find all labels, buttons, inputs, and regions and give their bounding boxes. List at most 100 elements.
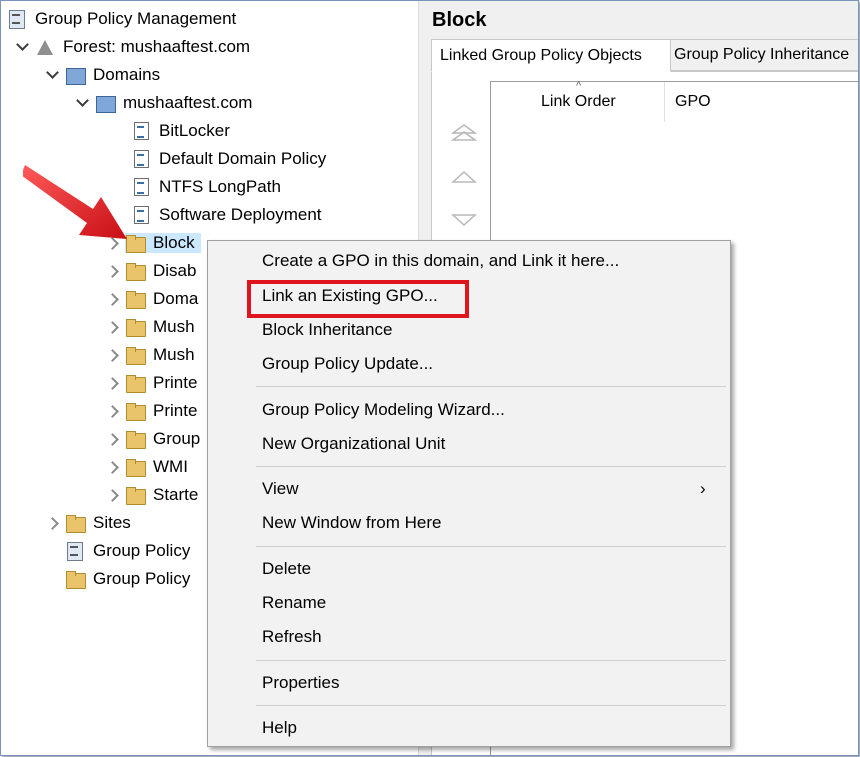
tree-folder[interactable]: WMI [105, 454, 188, 480]
starter-gpo-folder-icon [125, 485, 146, 505]
tree-root[interactable]: Group Policy Management [7, 6, 236, 32]
ou-folder-icon [125, 289, 146, 309]
chevron-right-icon[interactable] [105, 488, 119, 502]
menu-item-create-gpo[interactable]: Create a GPO in this domain, and Link it… [262, 249, 619, 273]
tree-sites[interactable]: Sites [45, 510, 131, 536]
menu-item-modeling-wizard[interactable]: Group Policy Modeling Wizard... [262, 398, 505, 422]
tree-gpo-label: BitLocker [159, 121, 230, 140]
gpo-link-icon [131, 121, 151, 141]
tree-folder-label: WMI [153, 457, 188, 476]
tree-ou-label: Doma [153, 289, 199, 308]
ou-folder-icon [125, 373, 146, 393]
ou-folder-icon [125, 401, 146, 421]
chevron-right-icon[interactable] [105, 404, 119, 418]
tree-gpo-link[interactable]: NTFS LongPath [131, 174, 281, 200]
tree-folder-label: Starte [153, 485, 199, 504]
modeling-icon [65, 541, 85, 561]
window: Group Policy Management Forest: mushaaft… [0, 0, 859, 756]
tree-domains-label: Domains [93, 65, 161, 84]
chevron-right-icon[interactable] [45, 516, 59, 530]
tree-ou[interactable]: Disab [105, 258, 196, 284]
menu-separator [256, 546, 726, 547]
move-to-top-icon[interactable] [451, 123, 477, 143]
sort-ascending-icon: ^ [576, 80, 582, 92]
tree-modeling[interactable]: Group Policy [65, 538, 190, 564]
tree-modeling-label: Group Policy [93, 541, 191, 560]
tree-ou-label: Disab [153, 261, 197, 280]
tree-ou[interactable]: Doma [105, 286, 198, 312]
tree-domain-label: mushaaftest.com [123, 93, 253, 112]
chevron-right-icon[interactable] [105, 376, 119, 390]
move-up-icon[interactable] [451, 168, 477, 188]
menu-separator [256, 466, 726, 467]
menu-separator [256, 705, 726, 706]
tree-root-label: Group Policy Management [35, 9, 237, 28]
menu-item-view[interactable]: View [262, 477, 299, 501]
tree-ou-label: Block [153, 233, 195, 252]
tree-gpo-link[interactable]: Software Deployment [131, 202, 322, 228]
tree-ou[interactable]: Mush [105, 314, 195, 340]
gpo-link-icon [131, 205, 151, 225]
tree-domains[interactable]: Domains [45, 62, 160, 88]
domains-icon [65, 65, 86, 85]
menu-item-help[interactable]: Help [262, 716, 297, 740]
sites-icon [65, 513, 86, 533]
menu-item-block-inheritance[interactable]: Block Inheritance [262, 318, 392, 342]
menu-item-refresh[interactable]: Refresh [262, 625, 322, 649]
menu-item-new-window[interactable]: New Window from Here [262, 511, 442, 535]
menu-separator [256, 660, 726, 661]
tree-ou-label: Mush [153, 317, 195, 336]
menu-item-group-policy-update[interactable]: Group Policy Update... [262, 352, 433, 376]
tree-gpo-label: NTFS LongPath [159, 177, 281, 196]
page-title: Block [432, 9, 487, 31]
chevron-down-icon[interactable] [45, 66, 59, 82]
tree-forest[interactable]: Forest: mushaaftest.com [15, 34, 250, 60]
menu-item-new-ou[interactable]: New Organizational Unit [262, 432, 445, 456]
chevron-right-icon[interactable] [105, 348, 119, 362]
tree-folder-label: Group [153, 429, 201, 448]
folder-icon [125, 429, 146, 449]
highlight-box [247, 280, 469, 318]
chevron-down-icon[interactable] [15, 38, 29, 54]
tree-ou[interactable]: Printe [105, 370, 197, 396]
tree-results[interactable]: Group Policy [65, 566, 190, 592]
wmi-filter-folder-icon [125, 457, 146, 477]
chevron-right-icon[interactable] [105, 460, 119, 474]
submenu-chevron-icon: › [700, 479, 706, 498]
menu-separator [256, 386, 726, 387]
tree-gpo-link[interactable]: Default Domain Policy [131, 146, 326, 172]
tree-ou[interactable]: Mush [105, 342, 195, 368]
move-down-icon[interactable] [451, 209, 477, 229]
column-header-gpo[interactable]: GPO [675, 82, 711, 122]
gpo-link-icon [131, 177, 151, 197]
tree-domain[interactable]: mushaaftest.com [75, 90, 252, 116]
tree-ou[interactable]: Printe [105, 398, 197, 424]
tree-gpo-label: Default Domain Policy [159, 149, 327, 168]
tree-gpo-link[interactable]: BitLocker [131, 118, 230, 144]
chevron-right-icon[interactable] [105, 264, 119, 278]
tree-ou-label: Mush [153, 345, 195, 364]
ou-folder-icon [125, 345, 146, 365]
tree-folder[interactable]: Starte [105, 482, 198, 508]
ou-folder-icon [125, 317, 146, 337]
chevron-right-icon[interactable] [105, 320, 119, 334]
menu-item-rename[interactable]: Rename [262, 591, 326, 615]
domain-icon [95, 93, 116, 113]
tree-gpo-label: Software Deployment [159, 205, 322, 224]
ou-folder-icon [125, 261, 146, 281]
chevron-down-icon[interactable] [75, 94, 89, 110]
tab-inheritance[interactable]: Group Policy Inheritance [665, 39, 858, 71]
chevron-right-icon[interactable] [105, 292, 119, 306]
chevron-right-icon[interactable] [105, 432, 119, 446]
menu-item-properties[interactable]: Properties [262, 671, 339, 695]
column-divider[interactable] [664, 82, 665, 122]
menu-item-delete[interactable]: Delete [262, 557, 311, 581]
results-icon [65, 569, 86, 589]
tree-folder[interactable]: Group [105, 426, 200, 452]
tree-ou-label: Printe [153, 373, 198, 392]
forest-icon [35, 37, 55, 57]
tree-results-label: Group Policy [93, 569, 191, 588]
tab-linked-gpos[interactable]: Linked Group Policy Objects [431, 39, 671, 72]
tree-ou-label: Printe [153, 401, 198, 420]
tree-forest-label: Forest: mushaaftest.com [63, 37, 251, 56]
